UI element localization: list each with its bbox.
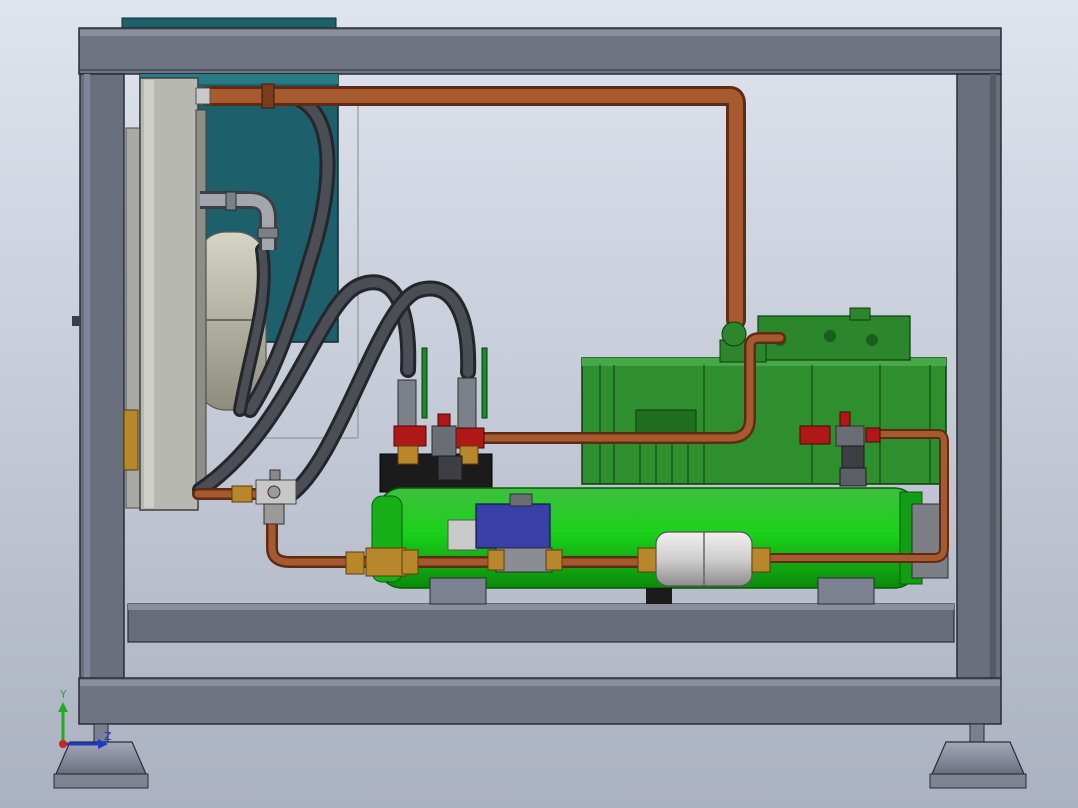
valve-handle[interactable] xyxy=(481,347,488,419)
filter-drier[interactable] xyxy=(637,531,771,587)
brass-union xyxy=(401,549,419,575)
cad-viewport[interactable]: Y Z xyxy=(0,0,1078,808)
receiver-support-right xyxy=(817,577,875,605)
pipe-clamp xyxy=(261,83,275,109)
brass-fitting xyxy=(123,409,139,471)
plate-heat-exchanger[interactable] xyxy=(123,77,207,511)
triad-origin xyxy=(59,740,67,748)
z-axis-label: Z xyxy=(104,730,112,743)
y-axis-label: Y xyxy=(59,688,67,701)
top-beam-highlight xyxy=(80,30,1000,36)
receiver-support-left xyxy=(429,577,487,605)
brass-union xyxy=(345,551,365,575)
brass-union xyxy=(365,547,407,577)
frame-bolt xyxy=(72,316,80,326)
check-valve[interactable] xyxy=(721,321,747,347)
valve-handle[interactable] xyxy=(421,347,428,419)
